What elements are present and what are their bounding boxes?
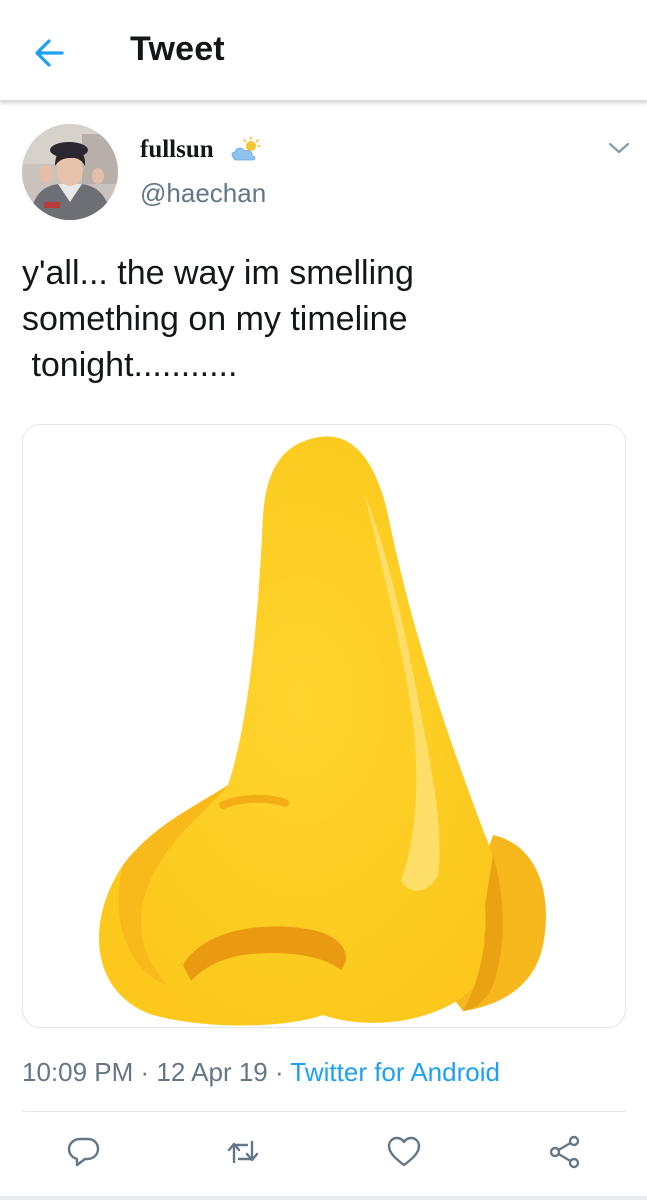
tweet-date: 12 Apr 19 — [156, 1057, 268, 1087]
arrow-left-icon — [35, 39, 64, 67]
author-handle[interactable]: @haechan — [140, 178, 266, 209]
share-icon — [549, 1135, 580, 1169]
chevron-down-icon — [608, 142, 630, 154]
page-title: Tweet — [130, 30, 225, 68]
tweet-metadata: 10:09 PM · 12 Apr 19 · Twitter for Andro… — [22, 1057, 500, 1088]
share-button[interactable] — [547, 1134, 583, 1170]
tweet-media[interactable] — [22, 424, 626, 1028]
tweet-detail-screen: Tweet fullsun @haechan y'all... the way … — [0, 0, 647, 1200]
avatar-photo — [22, 124, 118, 220]
retweet-icon — [227, 1140, 259, 1164]
tweet-source-link[interactable]: Twitter for Android — [290, 1057, 500, 1087]
like-button[interactable] — [386, 1134, 422, 1170]
tweet-time: 10:09 PM — [22, 1057, 134, 1087]
reply-button[interactable] — [66, 1134, 102, 1170]
reply-icon — [67, 1137, 100, 1167]
bottom-divider — [0, 1196, 647, 1200]
meta-separator: · — [274, 1057, 284, 1087]
meta-separator: · — [140, 1057, 150, 1087]
tweet-text: y'all... the way im smelling something o… — [22, 254, 414, 384]
sun-behind-cloud-icon — [229, 136, 263, 164]
retweet-button[interactable] — [225, 1134, 261, 1170]
divider — [22, 1111, 626, 1112]
avatar[interactable] — [22, 124, 118, 220]
more-options-button[interactable] — [606, 138, 632, 158]
author-display-name[interactable]: fullsun — [140, 136, 214, 164]
nose-emoji-icon — [99, 436, 546, 1026]
heart-icon — [387, 1136, 421, 1167]
back-button[interactable] — [28, 30, 74, 76]
top-app-bar: Tweet — [0, 0, 647, 102]
